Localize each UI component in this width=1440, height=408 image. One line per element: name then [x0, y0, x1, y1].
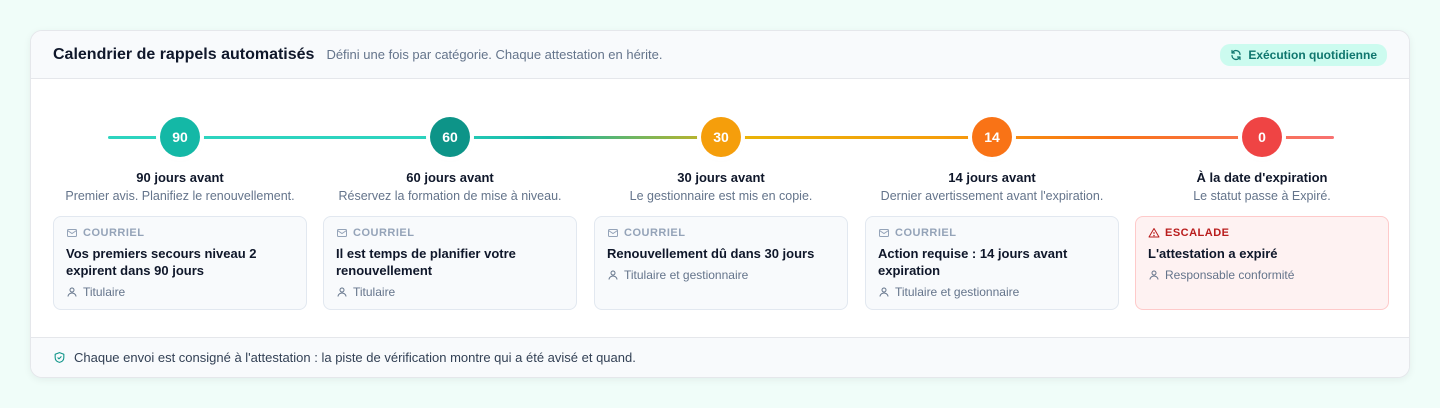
step-title: 90 jours avant — [136, 170, 224, 185]
mail-icon — [67, 229, 77, 237]
mail-icon — [879, 229, 889, 237]
mail-icon — [337, 229, 347, 237]
recipient: Responsable conformité — [1148, 268, 1376, 282]
step-description: Le gestionnaire est mis en copie. — [629, 189, 813, 203]
user-icon — [608, 270, 618, 280]
user-icon — [879, 287, 889, 297]
channel-text: ESCALADE — [1165, 227, 1230, 239]
step-90-days: 90 90 jours avant Premier avis. Planifie… — [53, 117, 307, 310]
step-title: 30 jours avant — [677, 170, 765, 185]
step-dot: 30 — [701, 117, 741, 157]
step-dot: 60 — [430, 117, 470, 157]
daily-run-badge: Exécution quotidienne — [1220, 43, 1387, 66]
recipient: Titulaire et gestionnaire — [878, 285, 1106, 299]
channel-label: COURRIEL — [336, 227, 564, 239]
message-card[interactable]: COURRIEL Renouvellement dû dans 30 jours… — [594, 216, 848, 310]
recipient: Titulaire — [66, 285, 294, 299]
message-card[interactable]: COURRIEL Action requise : 14 jours avant… — [865, 216, 1119, 310]
channel-label: COURRIEL — [607, 227, 835, 239]
step-30-days: 30 30 jours avant Le gestionnaire est mi… — [594, 117, 848, 310]
step-description: Réservez la formation de mise à niveau. — [338, 189, 562, 203]
card-title: Calendrier de rappels automatisés — [53, 45, 315, 63]
recipient: Titulaire et gestionnaire — [607, 268, 835, 282]
channel-label: COURRIEL — [878, 227, 1106, 239]
step-60-days: 60 60 jours avant Réservez la formation … — [323, 117, 577, 310]
message-card[interactable]: COURRIEL Vos premiers secours niveau 2 e… — [53, 216, 307, 310]
step-description: Dernier avertissement avant l'expiration… — [880, 189, 1104, 203]
message-card[interactable]: COURRIEL Il est temps de planifier votre… — [323, 216, 577, 310]
message-subject: Il est temps de planifier votre renouvel… — [336, 246, 516, 278]
recipient-text: Titulaire et gestionnaire — [624, 268, 749, 282]
step-expiration-day: 0 À la date d'expiration Le statut passe… — [1135, 117, 1389, 310]
warning-icon — [1148, 228, 1160, 238]
step-description: Le statut passe à Expiré. — [1193, 189, 1331, 203]
message-subject: Vos premiers secours niveau 2 expirent d… — [66, 246, 257, 278]
escalation-card[interactable]: ESCALADE L'attestation a expiré Responsa… — [1135, 216, 1389, 310]
step-14-days: 14 14 jours avant Dernier avertissement … — [865, 117, 1119, 310]
recipient: Titulaire — [336, 285, 564, 299]
step-dot: 14 — [972, 117, 1012, 157]
shield-check-icon — [54, 352, 65, 363]
message-subject: Action requise : 14 jours avant expirati… — [878, 246, 1068, 278]
step-title: À la date d'expiration — [1196, 170, 1328, 185]
step-title: 60 jours avant — [406, 170, 494, 185]
recipient-text: Titulaire et gestionnaire — [895, 285, 1020, 299]
step-title: 14 jours avant — [948, 170, 1036, 185]
mail-icon — [608, 229, 618, 237]
reminder-schedule-card: Calendrier de rappels automatisés Défini… — [30, 30, 1410, 378]
message-subject: L'attestation a expiré — [1148, 246, 1278, 261]
user-icon — [337, 287, 347, 297]
reminder-timeline: 90 90 jours avant Premier avis. Planifie… — [31, 79, 1409, 338]
channel-text: COURRIEL — [83, 227, 145, 239]
card-header: Calendrier de rappels automatisés Défini… — [31, 31, 1409, 79]
daily-run-label: Exécution quotidienne — [1248, 47, 1377, 62]
card-subtitle: Défini une fois par catégorie. Chaque at… — [326, 47, 663, 62]
step-description: Premier avis. Planifiez le renouvellemen… — [65, 189, 295, 203]
channel-label: ESCALADE — [1148, 227, 1376, 239]
channel-label: COURRIEL — [66, 227, 294, 239]
channel-text: COURRIEL — [624, 227, 686, 239]
step-dot: 0 — [1242, 117, 1282, 157]
user-icon — [1149, 270, 1159, 280]
step-dot: 90 — [160, 117, 200, 157]
audit-footer-text: Chaque envoi est consigné à l'attestatio… — [74, 350, 636, 365]
recipient-text: Titulaire — [83, 285, 126, 299]
recipient-text: Responsable conformité — [1165, 268, 1295, 282]
user-icon — [67, 287, 77, 297]
message-subject: Renouvellement dû dans 30 jours — [607, 246, 815, 261]
refresh-icon — [1231, 49, 1241, 60]
audit-footer: Chaque envoi est consigné à l'attestatio… — [31, 337, 1409, 377]
channel-text: COURRIEL — [895, 227, 957, 239]
recipient-text: Titulaire — [353, 285, 396, 299]
channel-text: COURRIEL — [353, 227, 415, 239]
